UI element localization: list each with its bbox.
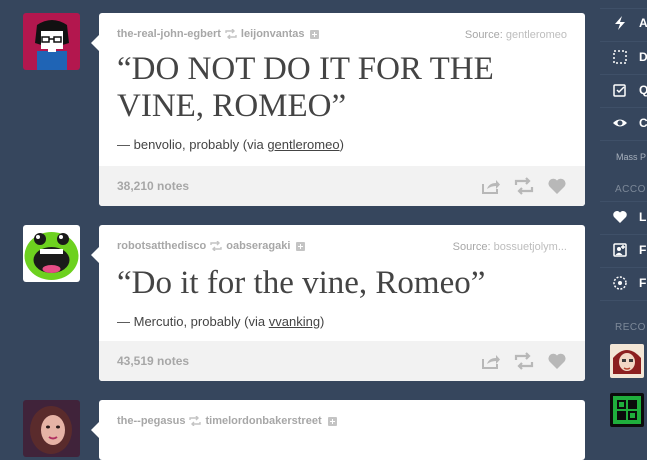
- sidebar-item-label: A: [639, 16, 647, 30]
- reblogged-from-link[interactable]: oabseragaki: [226, 240, 290, 252]
- like-heart-icon[interactable]: [547, 351, 567, 371]
- sidebar-item-find-blogs[interactable]: F: [600, 269, 647, 297]
- lightning-icon: [615, 16, 625, 30]
- sidebar-item-label: F: [639, 276, 647, 290]
- source-label: Source:: [452, 241, 491, 253]
- follow-plus-icon[interactable]: [296, 241, 306, 251]
- sidebar-item-drafts[interactable]: D: [600, 43, 647, 71]
- like-heart-icon[interactable]: [547, 176, 567, 196]
- following-icon: [613, 243, 627, 257]
- sidebar-item-label: Q: [639, 83, 647, 97]
- post-header: robotsatthedisco oabseragaki Source: bos…: [99, 225, 585, 265]
- source-attribution: Source: gentleromeo: [465, 29, 567, 41]
- right-sidebar: A D Q C Mass P ACCO L F F RECO: [600, 0, 647, 440]
- recommended-blog-avatar[interactable]: [610, 393, 644, 427]
- sidebar-item-queue[interactable]: Q: [600, 76, 647, 104]
- quote-attribution: — benvolio, probably (via gentleromeo): [99, 137, 585, 152]
- post-card: robotsatthedisco oabseragaki Source: bos…: [91, 225, 585, 381]
- blog-name-link[interactable]: the-real-john-egbert: [117, 28, 221, 40]
- reblogged-from-link[interactable]: timelordonbakerstreet: [205, 415, 321, 427]
- source-link[interactable]: bossuetjolym...: [494, 241, 567, 253]
- sidebar-item-label: F: [639, 243, 647, 257]
- sidebar-item-label: D: [639, 50, 647, 64]
- reblog-small-icon: [189, 416, 202, 426]
- reblogged-from-link[interactable]: leijonvantas: [241, 28, 305, 40]
- quote-text: “DO NOT DO IT FOR THE VINE, ROMEO”: [117, 51, 494, 124]
- quote-text: “Do it for the vine, Romeo”: [117, 265, 486, 301]
- reblog-icon[interactable]: [514, 351, 534, 371]
- post-card: the--pegasus timelordonbakerstreet: [91, 400, 585, 460]
- sidebar-item-activity[interactable]: A: [600, 9, 647, 37]
- sidebar-item-label: C: [639, 116, 647, 130]
- reblog-small-icon: [225, 29, 237, 39]
- via-link[interactable]: vvanking: [269, 314, 320, 329]
- post-header: the--pegasus timelordonbakerstreet: [99, 400, 585, 440]
- post-card: the-real-john-egbert leijonvantas Source…: [91, 13, 585, 206]
- source-link[interactable]: gentleromeo: [506, 29, 567, 41]
- sidebar-item-following[interactable]: F: [600, 236, 647, 264]
- attribution-close: ): [320, 313, 325, 329]
- post-footer: 43,519 notes: [99, 341, 585, 381]
- source-label: Source:: [464, 29, 503, 41]
- attribution-text: — Mercutio, probably (via: [117, 313, 269, 329]
- attribution-text: — benvolio, probably (via: [117, 136, 268, 152]
- queue-icon: [613, 84, 626, 97]
- recommended-blog-avatar[interactable]: [610, 344, 644, 378]
- recommended-section-header: RECO: [615, 322, 646, 333]
- sidebar-item-likes[interactable]: L: [600, 203, 647, 231]
- avatar-the-pegasus[interactable]: [23, 400, 80, 457]
- notes-count[interactable]: 38,210 notes: [117, 179, 189, 193]
- blog-name-link[interactable]: the--pegasus: [117, 415, 185, 427]
- share-icon[interactable]: [481, 176, 501, 196]
- share-icon[interactable]: [481, 351, 501, 371]
- follow-plus-icon[interactable]: [310, 29, 320, 39]
- via-link[interactable]: gentleromeo: [267, 137, 339, 152]
- quote-attribution: — Mercutio, probably (via vvanking): [99, 314, 585, 329]
- reblog-icon[interactable]: [514, 176, 534, 196]
- settings-icon: [613, 276, 627, 290]
- source-attribution: Source: bossuetjolym...: [453, 241, 567, 253]
- reblog-small-icon: [210, 241, 222, 251]
- mass-post-editor-link[interactable]: Mass P: [616, 152, 646, 162]
- drafts-icon: [613, 50, 627, 64]
- account-section-header: ACCO: [615, 184, 646, 195]
- follow-plus-icon[interactable]: [327, 416, 337, 426]
- post-header: the-real-john-egbert leijonvantas Source…: [99, 13, 585, 53]
- post-footer: 38,210 notes: [99, 166, 585, 206]
- eye-icon: [613, 119, 627, 127]
- avatar-robotsatthedisco[interactable]: [23, 225, 80, 282]
- sidebar-item-label: L: [639, 210, 647, 224]
- attribution-close: ): [339, 136, 344, 152]
- avatar-john-egbert[interactable]: [23, 13, 80, 70]
- blog-name-link[interactable]: robotsatthedisco: [117, 240, 206, 252]
- sidebar-item-customize[interactable]: C: [600, 109, 647, 137]
- notes-count[interactable]: 43,519 notes: [117, 354, 189, 368]
- heart-icon: [613, 211, 627, 223]
